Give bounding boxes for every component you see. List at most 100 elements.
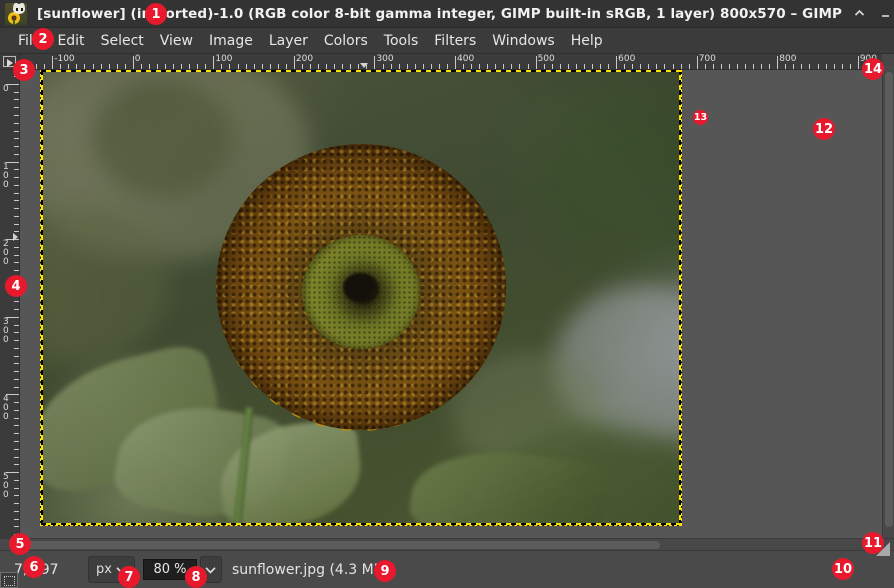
ruler-tick-minor (14, 262, 19, 264)
horizontal-scrollbar[interactable] (0, 538, 894, 550)
title-bar: [sunflower] (imported)-1.0 (RGB color 8-… (0, 0, 894, 28)
ruler-tick-minor (833, 64, 835, 69)
ruler-tick-minor (156, 64, 158, 69)
menu-tools[interactable]: Tools (376, 31, 427, 51)
zoom-combo[interactable]: 80 % (142, 556, 222, 583)
ruler-tick-minor (148, 64, 150, 69)
ruler-tick-minor (14, 378, 19, 380)
horizontal-scrollbar-thumb[interactable] (20, 541, 660, 549)
ruler-tick-minor (173, 64, 175, 69)
callout-marker-4: 4 (5, 275, 27, 297)
menu-colors[interactable]: Colors (316, 31, 376, 51)
file-status: sunflower.jpg (4.3 MB) (231, 561, 389, 578)
sunflower-bloom (81, 70, 641, 525)
wilber-eye-left-icon (16, 7, 18, 11)
ruler-tick-minor (14, 309, 19, 311)
ruler-tick-minor (600, 64, 602, 69)
ruler-tick-minor (688, 64, 690, 69)
ruler-tick-minor (14, 510, 19, 512)
ruler-tick-minor (14, 363, 19, 365)
quickmask-toggle[interactable] (0, 572, 18, 588)
ruler-tick-minor (229, 64, 231, 69)
ruler-label: 300 (3, 316, 9, 345)
ruler-tick-minor (334, 64, 336, 69)
sunflower-photo (41, 70, 681, 525)
ruler-tick-minor (301, 64, 303, 69)
menu-image[interactable]: Image (201, 31, 261, 51)
canvas-viewport[interactable] (20, 70, 882, 538)
canvas-work-area: -1000100200300400500600700800900 0100200… (0, 54, 894, 550)
ruler-tick-minor (503, 64, 505, 69)
ruler-tick-minor (825, 64, 827, 69)
ruler-label: 400 (3, 394, 9, 423)
image-canvas[interactable] (40, 70, 682, 526)
navigation-button[interactable] (882, 54, 894, 66)
ruler-label: 200 (295, 54, 314, 64)
ruler-tick-minor (181, 64, 183, 69)
ruler-tick-minor (14, 355, 19, 357)
ruler-tick-minor (519, 64, 521, 69)
ruler-tick-minor (140, 64, 142, 69)
ruler-tick-minor (438, 64, 440, 69)
ruler-label: 400 (457, 54, 475, 64)
ruler-tick-minor (551, 64, 553, 69)
minimize-button[interactable] (872, 3, 894, 25)
ruler-tick-minor (817, 64, 819, 69)
ruler-tick-minor (92, 64, 94, 69)
vertical-ruler[interactable]: 0 100 200 300 400 500 (0, 70, 20, 538)
horizontal-ruler[interactable]: -1000100200300400500600700800900 (20, 54, 882, 70)
ruler-tick-minor (318, 64, 320, 69)
ruler-tick-minor (398, 64, 400, 69)
ruler-tick-minor (471, 64, 473, 69)
ruler-tick-minor (14, 138, 19, 140)
center-seed-cluster (343, 273, 379, 304)
ruler-tick-minor (14, 192, 19, 194)
shade-button[interactable] (846, 3, 872, 25)
ruler-tick-minor (14, 169, 19, 171)
menu-layer[interactable]: Layer (261, 31, 316, 51)
ruler-tick-minor (463, 64, 465, 69)
ruler-tick-minor (656, 64, 658, 69)
menu-help[interactable]: Help (563, 31, 611, 51)
vertical-scrollbar-thumb[interactable] (885, 72, 893, 527)
menu-view[interactable]: View (152, 31, 201, 51)
ruler-tick-minor (575, 64, 577, 69)
ruler-tick-minor (14, 270, 19, 272)
ruler-tick-minor (14, 386, 19, 388)
ruler-tick-minor (310, 64, 312, 69)
ruler-label: 300 (376, 54, 394, 64)
ruler-tick-minor (543, 64, 545, 69)
ruler-tick-minor (559, 64, 561, 69)
wilber-head-icon (13, 2, 25, 14)
vertical-pointer-marker (13, 232, 18, 241)
ruler-tick-minor (785, 64, 787, 69)
ruler-tick-minor (14, 200, 19, 202)
callout-marker-11: 11 (862, 532, 884, 554)
ruler-tick-minor (60, 64, 62, 69)
ruler-tick-minor (165, 64, 166, 69)
vertical-scrollbar[interactable] (882, 70, 894, 538)
ruler-tick-minor (680, 64, 682, 69)
canvas-row: 0 100 200 300 400 500 (0, 70, 894, 538)
ruler-tick-minor (14, 487, 19, 489)
ruler-tick-minor (14, 122, 19, 124)
gimp-window: [sunflower] (imported)-1.0 (RGB color 8-… (0, 0, 894, 588)
ruler-tick-minor (14, 130, 19, 132)
ruler-tick-minor (430, 64, 432, 69)
menu-filters[interactable]: Filters (426, 31, 484, 51)
ruler-tick-minor (769, 64, 771, 69)
wilber-eye-right-icon (21, 7, 23, 11)
ruler-tick-minor (712, 64, 714, 69)
ruler-tick-minor (14, 479, 19, 481)
menu-windows[interactable]: Windows (484, 31, 563, 51)
ruler-tick-minor (84, 64, 86, 69)
menu-edit[interactable]: Edit (49, 31, 92, 51)
ruler-tick-minor (511, 64, 513, 69)
ruler-tick-minor (422, 64, 424, 69)
ruler-tick-minor (326, 64, 328, 69)
ruler-tick-minor (640, 64, 642, 69)
menu-select[interactable]: Select (93, 31, 152, 51)
ruler-tick-minor (14, 340, 19, 342)
ruler-tick-minor (14, 215, 19, 217)
ruler-tick-minor (793, 64, 795, 69)
